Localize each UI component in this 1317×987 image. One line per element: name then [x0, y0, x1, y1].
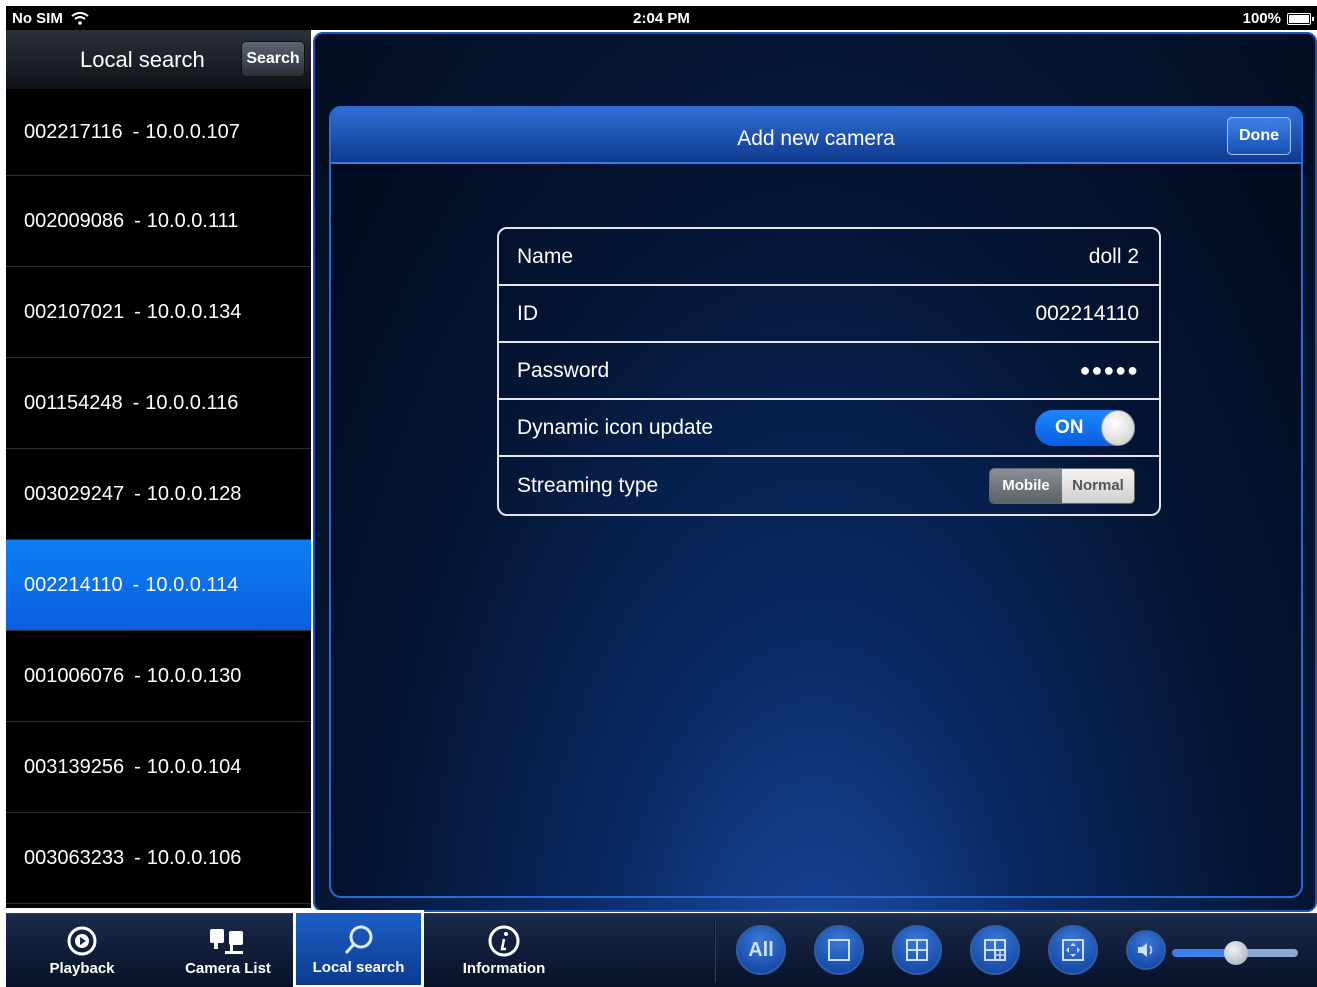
camera-ip: 10.0.0.114: [145, 573, 239, 596]
id-label: ID: [517, 301, 538, 325]
volume-button[interactable]: [1126, 930, 1166, 970]
camera-ip: 10.0.0.107: [145, 121, 240, 143]
camera-ip: 10.0.0.104: [146, 755, 242, 778]
camera-ip: 10.0.0.111: [146, 209, 239, 232]
name-label: Name: [517, 244, 574, 268]
password-label: Password: [517, 358, 610, 382]
view-all-button[interactable]: All: [736, 925, 786, 975]
separator: -: [134, 482, 141, 505]
add-camera-dialog: Add new camera Done Name doll 2 ID 00221…: [329, 106, 1303, 898]
camera-result-row[interactable]: 002107021-10.0.0.134: [6, 267, 311, 358]
camera-result-row[interactable]: 003139256-10.0.0.104: [6, 722, 311, 813]
camera-id: 003029247: [24, 482, 125, 505]
camera-id: 002107021: [24, 300, 125, 323]
panel-header: Local search Search: [6, 30, 311, 90]
camera-id: 002214110: [24, 573, 123, 596]
id-row[interactable]: ID 002214110: [499, 286, 1159, 343]
dialog-title: Add new camera: [737, 127, 895, 150]
tab-camera-list-label: Camera List: [185, 960, 271, 977]
fullscreen-icon: [1062, 939, 1084, 961]
camera-id: 002009086: [24, 209, 125, 232]
dialog-header: Add new camera Done: [331, 108, 1301, 164]
camera-id: 003063233: [24, 846, 125, 869]
separator: -: [132, 573, 140, 596]
camera-ip: 10.0.0.116: [145, 391, 239, 414]
camera-result-row[interactable]: 001006076-10.0.0.130: [6, 631, 311, 722]
multi-view-icon: [984, 939, 1006, 961]
toggle-knob: [1101, 409, 1135, 446]
camera-settings-form: Name doll 2 ID 002214110 Password ●●●●● …: [497, 227, 1161, 516]
done-button[interactable]: Done: [1227, 117, 1291, 155]
streaming-type-selector: Mobile Normal: [989, 467, 1135, 504]
view-all-label: All: [748, 938, 774, 961]
bottom-toolbar: Playback Camera List Local search Inform…: [6, 910, 1317, 987]
separator: -: [134, 755, 141, 778]
name-field[interactable]: doll 2: [1089, 245, 1139, 269]
separator: -: [132, 121, 140, 143]
camera-id: 002217116: [24, 121, 123, 143]
panel-title: Local search: [80, 47, 205, 72]
clock: 2:04 PM: [633, 10, 690, 27]
tab-information-label: Information: [462, 960, 546, 977]
separator: -: [134, 664, 141, 687]
streaming-normal-option[interactable]: Normal: [1062, 468, 1134, 503]
tab-information[interactable]: Information: [442, 914, 566, 987]
separator: -: [134, 209, 141, 232]
single-view-button[interactable]: [814, 925, 864, 975]
fullscreen-button[interactable]: [1048, 925, 1098, 975]
multi-view-button[interactable]: [970, 925, 1020, 975]
search-icon: [344, 925, 372, 954]
main-content: Add new camera Done Name doll 2 ID 00221…: [313, 32, 1317, 912]
local-search-panel: Local search Search 002217116-10.0.0.107…: [6, 30, 311, 908]
search-button[interactable]: Search: [241, 41, 305, 77]
camera-result-row[interactable]: 002214110-10.0.0.114: [6, 540, 311, 631]
quad-view-button[interactable]: [892, 925, 942, 975]
volume-slider-handle[interactable]: [1224, 941, 1248, 965]
separator: -: [132, 391, 140, 414]
battery-status: 100%: [1242, 10, 1314, 27]
camera-ip: 10.0.0.128: [146, 482, 242, 505]
tab-camera-list[interactable]: Camera List: [166, 914, 290, 987]
separator: -: [134, 300, 141, 323]
camera-result-row[interactable]: 002217116-10.0.0.107: [6, 90, 311, 176]
speaker-icon: [1138, 943, 1153, 957]
camera-ip: 10.0.0.130: [146, 664, 242, 687]
camera-id: 001154248: [24, 391, 123, 414]
quad-view-icon: [906, 939, 928, 961]
info-icon: [488, 925, 520, 957]
tab-playback[interactable]: Playback: [26, 914, 138, 987]
streaming-type-label: Streaming type: [517, 473, 659, 497]
camera-result-row[interactable]: 003063233-10.0.0.106: [6, 813, 311, 904]
battery-icon: [1287, 12, 1314, 25]
tab-local-search[interactable]: Local search: [293, 910, 424, 987]
playback-icon: [67, 926, 97, 956]
camera-result-row[interactable]: 003029247-10.0.0.128: [6, 449, 311, 540]
password-row[interactable]: Password ●●●●●: [499, 343, 1159, 400]
camera-result-row[interactable]: 002009086-10.0.0.111: [6, 176, 311, 267]
dynamic-icon-label: Dynamic icon update: [517, 415, 714, 439]
dynamic-icon-toggle[interactable]: ON: [1035, 409, 1135, 446]
camera-ip: 10.0.0.106: [146, 846, 242, 869]
streaming-type-row: Streaming type Mobile Normal: [499, 457, 1159, 514]
battery-percent: 100%: [1242, 10, 1281, 27]
camera-search-results: 002217116-10.0.0.107 002009086-10.0.0.111…: [6, 90, 311, 904]
dynamic-icon-row: Dynamic icon update ON: [499, 400, 1159, 457]
id-field[interactable]: 002214110: [1035, 302, 1139, 326]
camera-list-icon: [210, 929, 243, 954]
status-bar: No SIM 2:04 PM 100%: [6, 6, 1317, 30]
toolbar-divider: [714, 920, 716, 982]
tab-playback-label: Playback: [49, 960, 115, 977]
streaming-mobile-option[interactable]: Mobile: [990, 468, 1062, 503]
name-row[interactable]: Name doll 2: [499, 229, 1159, 286]
password-field[interactable]: ●●●●●: [1080, 360, 1139, 381]
camera-ip: 10.0.0.134: [146, 300, 242, 323]
camera-id: 001006076: [24, 664, 125, 687]
camera-id: 003139256: [24, 755, 125, 778]
toggle-on-label: ON: [1055, 416, 1084, 438]
separator: -: [134, 846, 141, 869]
single-view-icon: [828, 939, 850, 961]
tab-local-search-label: Local search: [312, 959, 405, 976]
camera-result-row[interactable]: 001154248-10.0.0.116: [6, 358, 311, 449]
